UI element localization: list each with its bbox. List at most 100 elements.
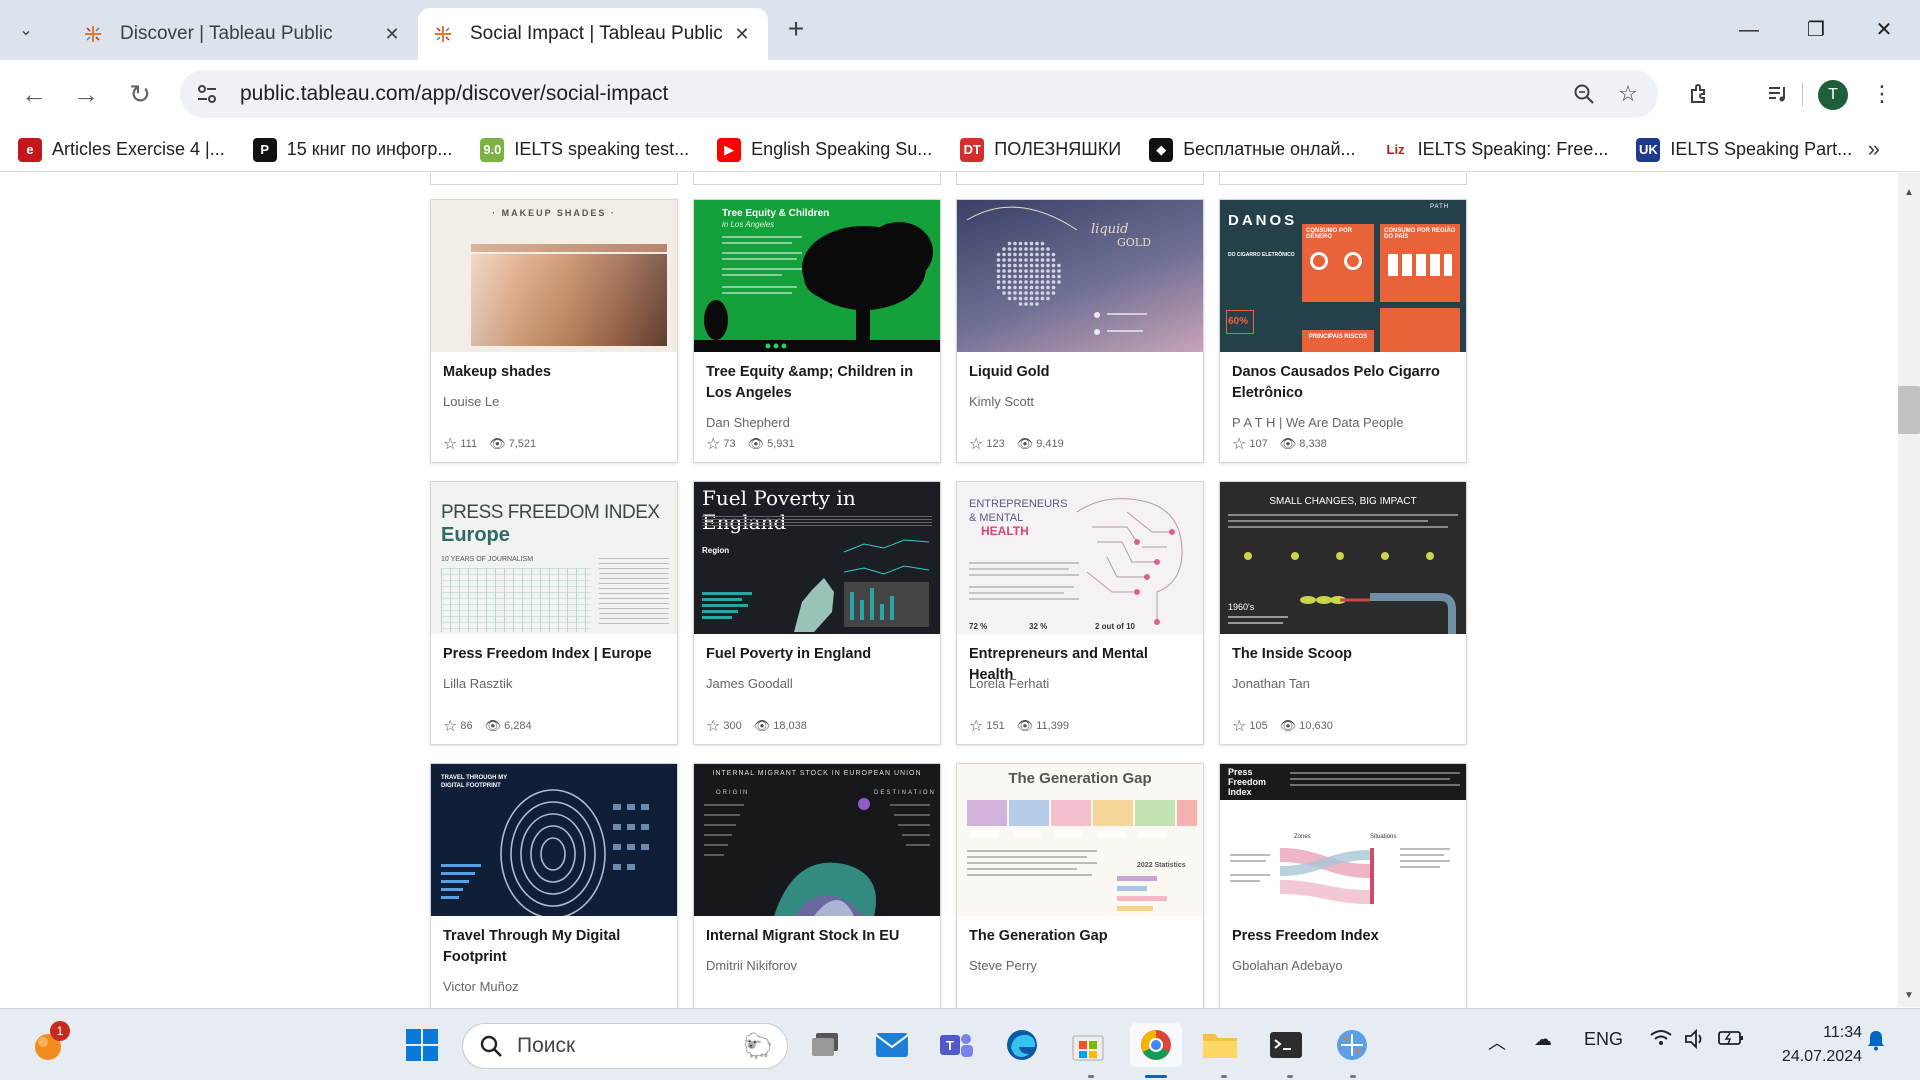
- card-title[interactable]: Makeup shades: [443, 362, 669, 383]
- viz-thumbnail-inside-scoop[interactable]: SMALL CHANGES, BIG IMPACT 1960's: [1220, 482, 1466, 634]
- bookmark-item[interactable]: ◆ Бесплатные онлай...: [1149, 137, 1356, 162]
- card-author[interactable]: Lorela Ferhati: [969, 676, 1049, 691]
- mail-icon[interactable]: [870, 1023, 914, 1067]
- card-title[interactable]: The Generation Gap: [969, 926, 1195, 947]
- card-author[interactable]: Victor Muñoz: [443, 979, 519, 994]
- card-author[interactable]: Steve Perry: [969, 958, 1037, 973]
- profile-avatar[interactable]: T: [1818, 80, 1848, 110]
- tab-search-button[interactable]: ⌄: [8, 12, 44, 48]
- viz-thumbnail-press-freedom-europe[interactable]: PRESS FREEDOM INDEX Europe 10 YEARS OF J…: [431, 482, 677, 634]
- close-window-button[interactable]: ✕: [1860, 10, 1908, 50]
- bookmark-item[interactable]: P 15 книг по инфогр...: [252, 137, 452, 162]
- card-title[interactable]: The Inside Scoop: [1232, 644, 1458, 665]
- teams-icon[interactable]: T: [935, 1023, 979, 1067]
- wifi-icon[interactable]: [1650, 1029, 1672, 1052]
- card-author[interactable]: P A T H | We Are Data People: [1232, 415, 1404, 430]
- card-title[interactable]: Liquid Gold: [969, 362, 1195, 383]
- viz-card[interactable]: SMALL CHANGES, BIG IMPACT 1960's The Ins…: [1219, 481, 1467, 745]
- viz-thumbnail-migrant[interactable]: INTERNAL MIGRANT STOCK IN EUROPEAN UNION…: [694, 764, 940, 916]
- menu-kebab-icon[interactable]: ⋮: [1862, 74, 1902, 114]
- chevron-up-icon[interactable]: ︿: [1488, 1029, 1506, 1055]
- viz-thumbnail-travel[interactable]: TRAVEL THROUGH MY DIGITAL FOOTPRINT: [431, 764, 677, 916]
- bookmark-item[interactable]: DT ПОЛЕЗНЯШКИ: [960, 137, 1121, 162]
- viz-card[interactable]: INTERNAL MIGRANT STOCK IN EUROPEAN UNION…: [693, 763, 941, 1013]
- tableau-app-icon[interactable]: [1330, 1023, 1374, 1067]
- card-title[interactable]: Fuel Poverty in England: [706, 644, 932, 665]
- minimize-button[interactable]: —: [1725, 10, 1773, 50]
- file-explorer-icon[interactable]: [1198, 1023, 1242, 1067]
- viz-thumbnail-generation-gap[interactable]: The Generation Gap 2022 Statistics: [957, 764, 1203, 916]
- bookmarks-overflow-icon[interactable]: »: [1868, 136, 1880, 162]
- tab-discover[interactable]: Discover | Tableau Public ✕: [68, 8, 418, 60]
- card-author[interactable]: Dan Shepherd: [706, 415, 790, 430]
- back-button[interactable]: ←: [14, 74, 54, 114]
- viz-thumbnail-fuel-poverty[interactable]: Fuel Poverty in England Region: [694, 482, 940, 634]
- card-author[interactable]: Dmitrii Nikiforov: [706, 958, 797, 973]
- close-tab-icon[interactable]: ✕: [730, 24, 754, 45]
- chrome-icon[interactable]: [1130, 1023, 1182, 1067]
- viz-card[interactable]: TRAVEL THROUGH MY DIGITAL FOOTPRINT Trav…: [430, 763, 678, 1013]
- viz-thumbnail-danos[interactable]: DANOS DO CIGARRO ELETRÔNICO PATH 60% CON…: [1220, 200, 1466, 352]
- bookmark-star-icon[interactable]: ☆: [1606, 72, 1650, 116]
- forward-button[interactable]: →: [66, 74, 106, 114]
- viz-card[interactable]: · MAKEUP SHADES · Makeup shades Louise L…: [430, 199, 678, 463]
- tab-social-impact[interactable]: Social Impact | Tableau Public ✕: [418, 8, 768, 60]
- card-title[interactable]: Danos Causados Pelo Cigarro Eletrônico: [1232, 362, 1458, 404]
- card-author[interactable]: Louise Le: [443, 394, 499, 409]
- bookmark-item[interactable]: UK IELTS Speaking Part...: [1636, 137, 1852, 162]
- favorite-star-icon[interactable]: ☆: [706, 434, 720, 454]
- card-author[interactable]: Kimly Scott: [969, 394, 1034, 409]
- onedrive-icon[interactable]: ☁: [1534, 1029, 1552, 1050]
- edge-icon[interactable]: [1000, 1023, 1044, 1067]
- viz-card[interactable]: Tree Equity & Children in Los Angeles Tr…: [693, 199, 941, 463]
- card-title[interactable]: Internal Migrant Stock In EU: [706, 926, 932, 947]
- viz-thumbnail-press-freedom[interactable]: Press Freedom Index Zones Situations: [1220, 764, 1466, 916]
- task-view-icon[interactable]: [804, 1023, 848, 1067]
- viz-card[interactable]: ENTREPRENEURS & MENTAL HEALTH 72 % 32 % …: [956, 481, 1204, 745]
- address-bar[interactable]: public.tableau.com/app/discover/social-i…: [180, 70, 1658, 118]
- taskbar-search[interactable]: Поиск 🐑: [462, 1023, 788, 1069]
- zoom-icon[interactable]: [1562, 72, 1606, 116]
- viz-card[interactable]: PRESS FREEDOM INDEX Europe 10 YEARS OF J…: [430, 481, 678, 745]
- favorite-star-icon[interactable]: ☆: [969, 434, 983, 454]
- url-text[interactable]: public.tableau.com/app/discover/social-i…: [240, 82, 1562, 106]
- viz-thumbnail-tree[interactable]: Tree Equity & Children in Los Angeles: [694, 200, 940, 352]
- card-author[interactable]: James Goodall: [706, 676, 793, 691]
- viz-card[interactable]: liquid GOLD Liquid Gold Kimly Scott ☆ 12…: [956, 199, 1204, 463]
- favorite-star-icon[interactable]: ☆: [443, 716, 457, 736]
- reload-button[interactable]: ↻: [120, 74, 160, 114]
- restore-button[interactable]: ❐: [1792, 10, 1840, 50]
- favorite-star-icon[interactable]: ☆: [1232, 716, 1246, 736]
- volume-icon[interactable]: [1684, 1028, 1706, 1054]
- scroll-up-arrow[interactable]: ▲: [1898, 187, 1920, 203]
- bookmark-item[interactable]: ▶ English Speaking Su...: [717, 137, 932, 162]
- scrollbar-thumb[interactable]: [1898, 386, 1920, 434]
- card-title[interactable]: Tree Equity &amp; Children in Los Angele…: [706, 362, 932, 404]
- favorite-star-icon[interactable]: ☆: [706, 716, 720, 736]
- card-author[interactable]: Lilla Rasztik: [443, 676, 512, 691]
- microsoft-store-icon[interactable]: [1066, 1023, 1110, 1067]
- close-tab-icon[interactable]: ✕: [380, 24, 404, 45]
- favorite-star-icon[interactable]: ☆: [443, 434, 457, 454]
- system-clock[interactable]: 11:34 24.07.2024: [1766, 1021, 1862, 1069]
- battery-icon[interactable]: [1718, 1029, 1744, 1052]
- terminal-icon[interactable]: [1264, 1023, 1308, 1067]
- viz-thumbnail-liquid-gold[interactable]: liquid GOLD: [957, 200, 1203, 352]
- page-scrollbar[interactable]: [1898, 173, 1920, 1007]
- notification-bell-icon[interactable]: [1866, 1029, 1886, 1056]
- favorite-star-icon[interactable]: ☆: [969, 716, 983, 736]
- viz-thumbnail-makeup[interactable]: · MAKEUP SHADES ·: [431, 200, 677, 352]
- card-title[interactable]: Press Freedom Index | Europe: [443, 644, 669, 665]
- language-indicator[interactable]: ENG: [1584, 1029, 1623, 1050]
- new-tab-button[interactable]: +: [780, 14, 812, 46]
- card-title[interactable]: Travel Through My Digital Footprint: [443, 926, 669, 968]
- favorite-star-icon[interactable]: ☆: [1232, 434, 1246, 454]
- bookmark-item[interactable]: e Articles Exercise 4 |...: [18, 137, 225, 162]
- viz-card[interactable]: The Generation Gap 2022 Statistics The G…: [956, 763, 1204, 1013]
- extensions-icon[interactable]: [1679, 74, 1719, 114]
- bookmark-item[interactable]: Liz IELTS Speaking: Free...: [1383, 137, 1608, 162]
- card-title[interactable]: Press Freedom Index: [1232, 926, 1458, 947]
- card-author[interactable]: Gbolahan Adebayo: [1232, 958, 1343, 973]
- viz-card[interactable]: Press Freedom Index Zones Situations Pre…: [1219, 763, 1467, 1013]
- viz-card[interactable]: DANOS DO CIGARRO ELETRÔNICO PATH 60% CON…: [1219, 199, 1467, 463]
